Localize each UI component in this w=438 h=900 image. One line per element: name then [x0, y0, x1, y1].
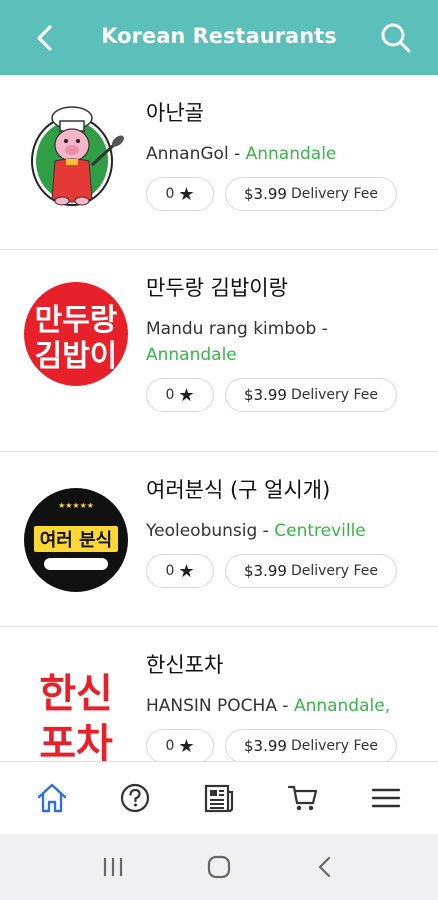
- delivery-fee-amount: $3.99: [243, 185, 287, 203]
- home-circle-icon: [207, 855, 231, 879]
- system-back-button[interactable]: [305, 847, 345, 887]
- delivery-fee-badge: $3.99 Delivery Fee: [225, 177, 397, 211]
- logo-text-bottom: 김밥이: [35, 339, 118, 374]
- page-title: Korean Restaurants: [101, 24, 337, 48]
- name-separator: -: [257, 521, 275, 541]
- star-icon: ★: [178, 183, 195, 205]
- system-home-button[interactable]: [199, 847, 239, 887]
- restaurant-name-english: Mandu rang kimbob - Annandale: [146, 316, 428, 368]
- restaurant-location: Centreville: [274, 521, 366, 541]
- restaurant-item[interactable]: ★★★★★ 여러 분식 여러분식 (구 얼시개) Yeoleobunsig - …: [0, 452, 438, 627]
- svg-text:★★★★★: ★★★★★: [58, 501, 94, 510]
- restaurant-name-korean: 만두랑 김밥이랑: [146, 276, 288, 300]
- restaurant-name-korean: 한신포차: [146, 653, 224, 677]
- restaurant-info: 아난골 AnnanGol - Annandale 0 ★ $3.99 Deliver…: [146, 99, 428, 211]
- nav-home-button[interactable]: [27, 773, 77, 823]
- restaurant-chips: 0 ★ $3.99 Delivery Fee: [146, 554, 428, 588]
- delivery-fee-amount: $3.99: [243, 737, 287, 755]
- restaurant-name-korean: 아난골: [146, 101, 204, 125]
- logo-text: 여러 분식: [40, 530, 113, 551]
- cart-icon: [287, 785, 317, 811]
- restaurant-location: Annandale: [146, 345, 237, 365]
- logo-text-top: 만두랑: [35, 303, 118, 338]
- restaurant-list: 아난골 AnnanGol - Annandale 0 ★ $3.99 Deliver…: [0, 75, 438, 761]
- back-chevron-icon: [318, 856, 331, 878]
- yeoleo-bunsik-logo: ★★★★★ 여러 분식: [22, 486, 130, 594]
- restaurant-chips: 0 ★ $3.99 Delivery Fee: [146, 378, 428, 412]
- restaurant-info: 여러분식 (구 얼시개) Yeoleobunsig - Centreville …: [146, 476, 428, 588]
- name-separator: -: [316, 319, 328, 339]
- restaurant-name-korean: 여러분식 (구 얼시개): [146, 478, 331, 502]
- news-icon: [204, 784, 234, 813]
- recent-apps-icon: [103, 858, 123, 876]
- delivery-fee-label: Delivery Fee: [290, 563, 379, 579]
- rating-value: 0: [165, 738, 175, 754]
- restaurant-info: 만두랑 김밥이랑 Mandu rang kimbob - Annandale 0…: [146, 274, 428, 412]
- rating-value: 0: [165, 186, 175, 202]
- search-icon: [381, 23, 411, 53]
- logo-text-bottom: 포차: [39, 721, 113, 761]
- star-icon: ★: [178, 560, 195, 582]
- name-separator: -: [276, 696, 294, 716]
- delivery-fee-label: Delivery Fee: [290, 387, 379, 403]
- restaurant-item[interactable]: 아난골 AnnanGol - Annandale 0 ★ $3.99 Deliver…: [0, 75, 438, 250]
- restaurant-name-english: HANSIN POCHA - Annandale,: [146, 693, 428, 719]
- menu-icon: [371, 788, 401, 808]
- rating-value: 0: [165, 563, 175, 579]
- nav-news-button[interactable]: [194, 773, 244, 823]
- rating-badge: 0 ★: [146, 378, 214, 412]
- rating-badge: 0 ★: [146, 177, 214, 211]
- recent-apps-button[interactable]: [93, 847, 133, 887]
- delivery-fee-amount: $3.99: [243, 562, 287, 580]
- chef-pig-logo: [22, 103, 130, 211]
- restaurant-item[interactable]: 한신 포차 한신포차 HANSIN POCHA - Annandale, 0 ★ …: [0, 627, 438, 761]
- name-english-text: HANSIN POCHA: [146, 696, 277, 716]
- system-navigation-bar: [0, 834, 438, 900]
- delivery-fee-amount: $3.99: [243, 386, 287, 404]
- delivery-fee-badge: $3.99 Delivery Fee: [225, 729, 397, 761]
- rating-badge: 0 ★: [146, 729, 214, 761]
- rating-badge: 0 ★: [146, 554, 214, 588]
- name-english-text: Mandu rang kimbob: [146, 319, 317, 339]
- rating-value: 0: [165, 387, 175, 403]
- star-icon: ★: [178, 735, 195, 757]
- restaurant-location: Annandale,: [293, 696, 391, 716]
- app-header: Korean Restaurants: [0, 0, 438, 75]
- restaurant-info: 한신포차 HANSIN POCHA - Annandale, 0 ★ $3.99 D…: [146, 651, 428, 761]
- search-button[interactable]: [378, 20, 414, 56]
- restaurant-chips: 0 ★ $3.99 Delivery Fee: [146, 729, 428, 761]
- bottom-navigation: [0, 761, 438, 834]
- hansin-pocha-logo: 한신 포차: [22, 661, 130, 761]
- name-separator: -: [228, 144, 246, 164]
- restaurant-name-english: AnnanGol - Annandale: [146, 141, 428, 167]
- nav-help-button[interactable]: [110, 773, 160, 823]
- logo-text-top: 한신: [39, 671, 113, 717]
- delivery-fee-badge: $3.99 Delivery Fee: [225, 378, 397, 412]
- help-icon: [121, 783, 150, 813]
- delivery-fee-label: Delivery Fee: [290, 186, 379, 202]
- delivery-fee-badge: $3.99 Delivery Fee: [225, 554, 397, 588]
- home-icon: [37, 783, 66, 813]
- restaurant-location: Annandale: [245, 144, 337, 164]
- restaurant-item[interactable]: 만두랑 김밥이 만두랑 김밥이랑 Mandu rang kimbob - Ann…: [0, 250, 438, 452]
- star-icon: ★: [178, 384, 195, 406]
- mandu-kimbap-logo: 만두랑 김밥이: [22, 280, 130, 388]
- nav-cart-button[interactable]: [278, 773, 328, 823]
- restaurant-chips: 0 ★ $3.99 Delivery Fee: [146, 177, 428, 211]
- delivery-fee-label: Delivery Fee: [290, 738, 379, 754]
- name-english-text: Yeoleobunsig: [146, 521, 258, 541]
- name-english-text: AnnanGol: [146, 144, 229, 164]
- restaurant-name-english: Yeoleobunsig - Centreville: [146, 518, 428, 544]
- nav-menu-button[interactable]: [361, 773, 411, 823]
